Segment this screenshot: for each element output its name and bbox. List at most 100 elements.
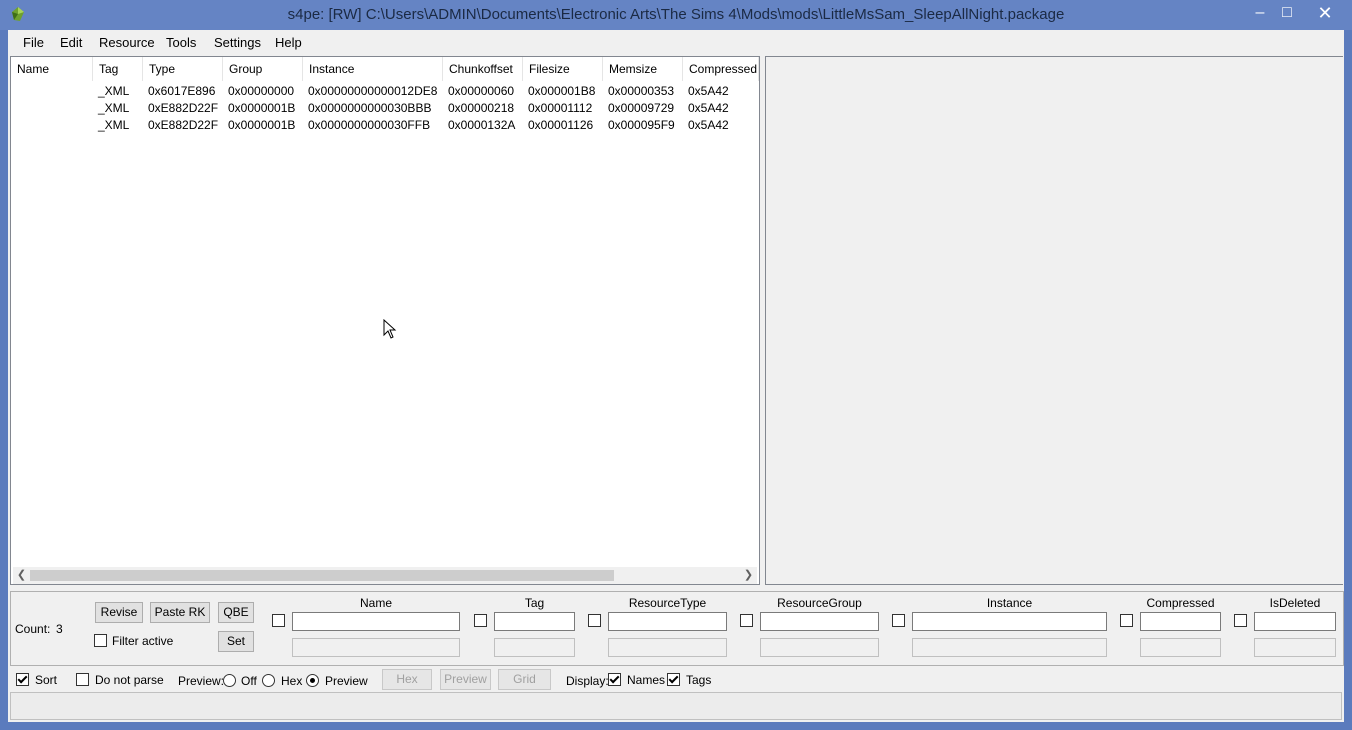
filter-name-value	[292, 638, 460, 657]
grid-button[interactable]: Grid	[498, 669, 551, 690]
close-button[interactable]: ✕	[1308, 2, 1342, 24]
horizontal-scrollbar[interactable]: ❮ ❯	[13, 567, 757, 584]
preview-hex-radio[interactable]	[262, 674, 275, 687]
column-header-memsize[interactable]: Memsize	[603, 57, 683, 81]
preview-preview-radio[interactable]	[306, 674, 319, 687]
column-header-group[interactable]: Group	[223, 57, 303, 81]
filter-resourcegroup-value	[760, 638, 879, 657]
maximize-button[interactable]: □	[1273, 2, 1301, 24]
filter-isdeleted-input[interactable]	[1254, 612, 1336, 631]
cell-instance: 0x0000000000030FFB	[308, 118, 431, 132]
status-bar	[10, 692, 1342, 720]
sort-checkbox[interactable]	[16, 673, 29, 686]
menu-bar: File Edit Resource Tools Settings Help	[8, 30, 1344, 55]
filter-active-checkbox[interactable]	[94, 634, 107, 647]
filter-instance-title: Instance	[986, 596, 1033, 610]
menu-tools[interactable]: Tools	[166, 35, 196, 50]
minimize-button[interactable]: –	[1246, 2, 1274, 24]
menu-file[interactable]: File	[23, 35, 44, 50]
filter-resourcegroup-input[interactable]	[760, 612, 879, 631]
filter-tag-checkbox[interactable]	[474, 614, 487, 627]
cell-instance: 0x00000000000012DE8	[308, 84, 438, 98]
table-row[interactable]: _XML 0xE882D22F 0x0000001B 0x00000000000…	[11, 100, 759, 117]
filter-active-label: Filter active	[112, 634, 174, 648]
filter-compressed-value	[1140, 638, 1221, 657]
preview-label: Preview:	[178, 674, 225, 688]
cell-tag: _XML	[98, 84, 130, 98]
column-header-instance[interactable]: Instance	[303, 57, 443, 81]
set-button[interactable]: Set	[218, 631, 254, 652]
filter-resourcetype-input[interactable]	[608, 612, 727, 631]
filter-resourcetype-checkbox[interactable]	[588, 614, 601, 627]
hex-button[interactable]: Hex	[382, 669, 432, 690]
filter-tag-value	[494, 638, 575, 657]
cell-tag: _XML	[98, 118, 130, 132]
cell-memsize: 0x00009729	[608, 101, 675, 115]
tags-checkbox[interactable]	[667, 673, 680, 686]
filter-name-input[interactable]	[292, 612, 460, 631]
revise-button[interactable]: Revise	[95, 602, 143, 623]
preview-button[interactable]: Preview	[440, 669, 491, 690]
column-header-chunkoffset[interactable]: Chunkoffset	[443, 57, 523, 81]
menu-settings[interactable]: Settings	[214, 35, 261, 50]
names-checkbox[interactable]	[608, 673, 621, 686]
cell-type: 0xE882D22F	[148, 118, 219, 132]
title-bar: s4pe: [RW] C:\Users\ADMIN\Documents\Elec…	[0, 0, 1352, 30]
tags-label: Tags	[686, 673, 712, 687]
table-row[interactable]: _XML 0x6017E896 0x00000000 0x00000000000…	[11, 83, 759, 100]
cell-tag: _XML	[98, 101, 130, 115]
table-row[interactable]: _XML 0xE882D22F 0x0000001B 0x00000000000…	[11, 117, 759, 134]
filter-tag-input[interactable]	[494, 612, 575, 631]
mouse-pointer-icon	[383, 319, 397, 339]
cell-group: 0x0000001B	[228, 118, 296, 132]
column-header-type[interactable]: Type	[143, 57, 223, 81]
filter-compressed-input[interactable]	[1140, 612, 1221, 631]
cell-memsize: 0x00000353	[608, 84, 675, 98]
filter-compressed-checkbox[interactable]	[1120, 614, 1133, 627]
main-window: File Edit Resource Tools Settings Help N…	[8, 30, 1344, 722]
cell-filesize: 0x00001126	[528, 118, 594, 132]
cell-filesize: 0x00001112	[528, 101, 593, 115]
scrollbar-thumb[interactable]	[30, 570, 614, 581]
names-label: Names	[627, 673, 666, 687]
display-label: Display:	[566, 674, 609, 688]
do-not-parse-checkbox[interactable]	[76, 673, 89, 686]
filter-resourcegroup-checkbox[interactable]	[740, 614, 753, 627]
column-header-tag[interactable]: Tag	[93, 57, 143, 81]
filter-instance-input[interactable]	[912, 612, 1107, 631]
column-header-name[interactable]: Name	[11, 57, 93, 81]
count-label: Count:	[15, 622, 51, 636]
cell-compressed: 0x5A42	[688, 84, 729, 98]
filter-name-checkbox[interactable]	[272, 614, 285, 627]
menu-help[interactable]: Help	[275, 35, 302, 50]
scroll-left-icon[interactable]: ❮	[13, 567, 30, 584]
filter-compressed-title: Compressed	[1146, 596, 1215, 610]
sort-label: Sort	[35, 673, 58, 687]
cell-chunkoffset: 0x00000060	[448, 84, 515, 98]
filter-isdeleted-checkbox[interactable]	[1234, 614, 1247, 627]
filter-isdeleted-value	[1254, 638, 1336, 657]
preview-panel	[765, 56, 1343, 585]
column-header-compressed[interactable]: Compressed	[683, 57, 759, 81]
filter-tag-title: Tag	[524, 596, 545, 610]
paste-rk-button[interactable]: Paste RK	[150, 602, 210, 623]
cell-type: 0x6017E896	[148, 84, 216, 98]
cell-compressed: 0x5A42	[688, 101, 729, 115]
cell-instance: 0x0000000000030BBB	[308, 101, 432, 115]
preview-off-radio[interactable]	[223, 674, 236, 687]
filter-resourcetype-title: ResourceType	[628, 596, 707, 610]
filter-resourcetype-value	[608, 638, 727, 657]
column-header-filesize[interactable]: Filesize	[523, 57, 603, 81]
qbe-button[interactable]: QBE	[218, 602, 254, 623]
menu-resource[interactable]: Resource	[99, 35, 155, 50]
cell-compressed: 0x5A42	[688, 118, 729, 132]
menu-edit[interactable]: Edit	[60, 35, 82, 50]
filter-instance-checkbox[interactable]	[892, 614, 905, 627]
cell-memsize: 0x000095F9	[608, 118, 675, 132]
cell-chunkoffset: 0x00000218	[448, 101, 515, 115]
cell-type: 0xE882D22F	[148, 101, 219, 115]
scroll-right-icon[interactable]: ❯	[740, 567, 757, 584]
filter-name-title: Name	[359, 596, 392, 610]
filter-panel: Count: 3 Revise Paste RK QBE Set Filter …	[10, 591, 1344, 666]
cell-group: 0x0000001B	[228, 101, 296, 115]
